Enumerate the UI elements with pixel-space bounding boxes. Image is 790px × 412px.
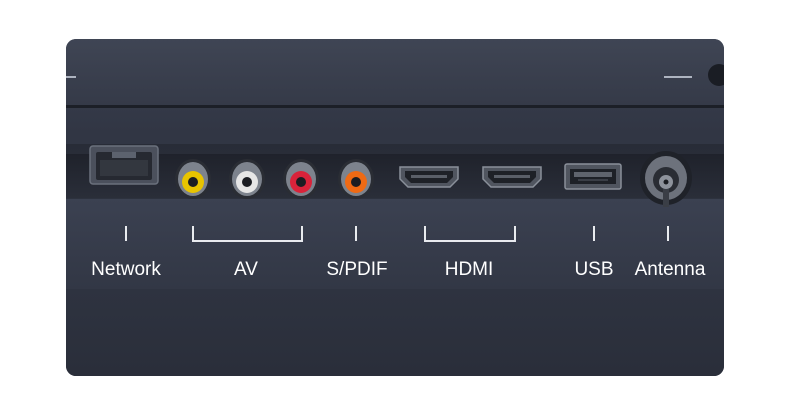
network-label: Network <box>91 259 161 280</box>
panel-bottom <box>66 289 724 376</box>
usb-port-icon <box>564 163 622 190</box>
hdmi-bracket <box>424 226 516 242</box>
av-bracket <box>192 226 303 242</box>
spdif-label: S/PDIF <box>326 259 388 280</box>
spdif-tick <box>355 226 357 241</box>
hdmi-label: HDMI <box>444 259 494 280</box>
antenna-coax-icon <box>640 151 692 207</box>
antenna-label: Antenna <box>634 259 706 280</box>
av-label: AV <box>234 259 258 280</box>
optical-coax-jack-icon <box>338 159 374 199</box>
hdmi-port-icon-2 <box>482 166 542 188</box>
tv-rear-panel-photo <box>66 39 724 376</box>
label-band <box>66 199 724 289</box>
network-tick <box>125 226 127 241</box>
rca-red-jack-icon <box>283 159 319 199</box>
ethernet-port-icon <box>89 145 159 185</box>
panel-top-edge <box>66 105 724 108</box>
usb-tick <box>593 226 595 241</box>
left-edge-mark <box>66 76 76 78</box>
hdmi-port-icon <box>399 166 459 188</box>
screw-hole <box>708 64 724 86</box>
rca-white-jack-icon <box>229 159 265 199</box>
panel-top-band <box>66 39 724 105</box>
usb-label: USB <box>574 259 614 280</box>
rca-yellow-jack-icon <box>175 159 211 199</box>
right-edge-mark <box>664 76 692 78</box>
port-recess <box>66 154 724 198</box>
antenna-tick <box>667 226 669 241</box>
